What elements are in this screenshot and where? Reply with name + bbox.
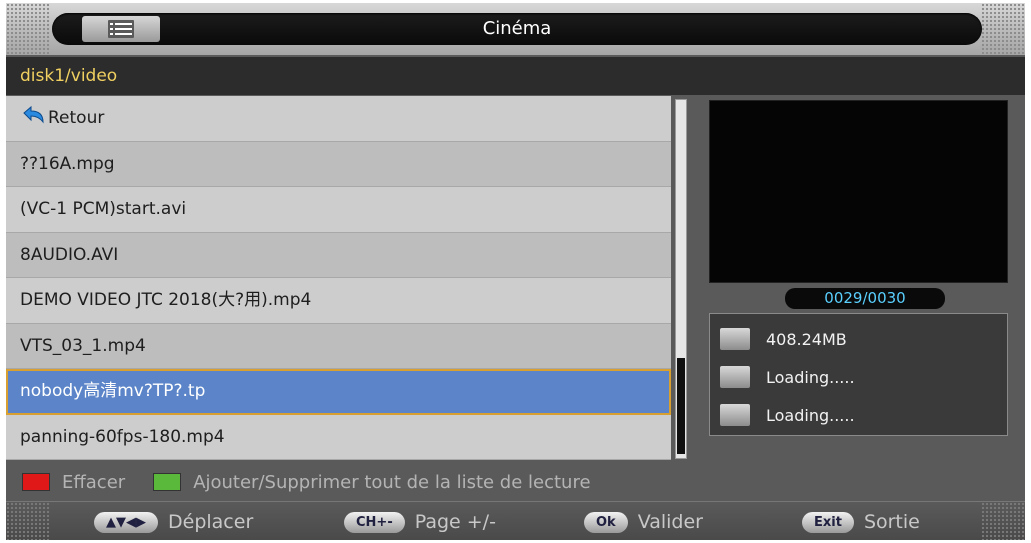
- green-key-icon[interactable]: [153, 473, 182, 491]
- title-pill: Cinéma: [52, 13, 982, 45]
- file-counter: 0029/0030: [785, 288, 945, 309]
- status-text: Loading.....: [766, 367, 855, 387]
- file-name: DEMO VIDEO JTC 2018(大?用).mp4: [20, 290, 312, 310]
- exit-label: Sortie: [863, 511, 920, 533]
- info-size-row: 408.24MB: [710, 320, 1007, 358]
- scrollbar-thumb[interactable]: [677, 358, 685, 454]
- page-title: Cinéma: [482, 18, 552, 39]
- decor-dots-left: [6, 502, 50, 540]
- ok-label: Valider: [637, 511, 703, 533]
- file-size: 408.24MB: [766, 329, 847, 349]
- file-info-panel: 408.24MB Loading..... Loading.....: [709, 313, 1008, 436]
- breadcrumb: disk1/video: [6, 57, 1025, 95]
- page-label: Page +/-: [414, 511, 496, 533]
- bottom-hint-bar: ▲▼◀▶ Déplacer CH+- Page +/- Ok Valider E…: [6, 501, 1025, 540]
- file-name: 8AUDIO.AVI: [20, 244, 119, 265]
- exit-hint[interactable]: Exit Sortie: [802, 511, 920, 533]
- move-hint[interactable]: ▲▼◀▶ Déplacer: [94, 511, 253, 533]
- file-name: VTS_03_1.mp4: [20, 335, 146, 356]
- ok-key-icon: Ok: [584, 511, 628, 533]
- ch-key-icon: CH+-: [344, 511, 405, 533]
- arrows-key-icon: ▲▼◀▶: [94, 511, 158, 533]
- duration-icon: [720, 404, 750, 426]
- red-key-icon[interactable]: [22, 473, 50, 491]
- exit-key-icon: Exit: [802, 511, 854, 533]
- video-preview: [709, 100, 1008, 283]
- list-item[interactable]: 8AUDIO.AVI: [6, 232, 671, 278]
- back-item[interactable]: Retour: [6, 96, 671, 142]
- scrollbar[interactable]: [675, 99, 687, 459]
- red-key-label: Effacer: [62, 471, 126, 493]
- file-name: panning-60fps-180.mp4: [20, 426, 225, 447]
- file-size-icon: [720, 328, 750, 350]
- info-status-row: Loading.....: [710, 358, 1007, 396]
- info-status-row: Loading.....: [710, 396, 1007, 434]
- green-key-label: Ajouter/Supprimer tout de la liste de le…: [193, 471, 591, 493]
- file-name: (VC-1 PCM)start.avi: [20, 199, 187, 219]
- list-item[interactable]: (VC-1 PCM)start.avi: [6, 187, 671, 233]
- menu-button[interactable]: [82, 16, 160, 42]
- file-name: ??16A.mpg: [20, 153, 115, 174]
- list-item[interactable]: DEMO VIDEO JTC 2018(大?用).mp4: [6, 278, 671, 324]
- list-item[interactable]: panning-60fps-180.mp4: [6, 414, 671, 460]
- media-player-screen: Cinéma disk1/video Retour ??16A.mpg (VC-…: [6, 3, 1025, 540]
- ok-hint[interactable]: Ok Valider: [584, 511, 703, 533]
- decor-dots-left: [6, 3, 50, 55]
- status-text: Loading.....: [766, 405, 855, 425]
- list-item[interactable]: ??16A.mpg: [6, 141, 671, 187]
- back-label: Retour: [48, 108, 105, 128]
- page-hint[interactable]: CH+- Page +/-: [344, 511, 496, 533]
- file-name: nobody高清mv?TP?.tp: [20, 381, 206, 401]
- color-key-bar: Effacer Ajouter/Supprimer tout de la lis…: [6, 465, 1025, 499]
- list-item[interactable]: VTS_03_1.mp4: [6, 323, 671, 369]
- top-bar: Cinéma: [6, 3, 1025, 55]
- decor-dots-right: [981, 3, 1025, 55]
- list-icon: [108, 20, 134, 38]
- decor-dots-right: [981, 502, 1025, 540]
- list-item-selected[interactable]: nobody高清mv?TP?.tp: [6, 369, 671, 415]
- back-arrow-icon: [23, 105, 44, 124]
- file-list: Retour ??16A.mpg (VC-1 PCM)start.avi 8AU…: [6, 96, 671, 460]
- move-label: Déplacer: [168, 511, 254, 533]
- resolution-icon: [720, 366, 750, 388]
